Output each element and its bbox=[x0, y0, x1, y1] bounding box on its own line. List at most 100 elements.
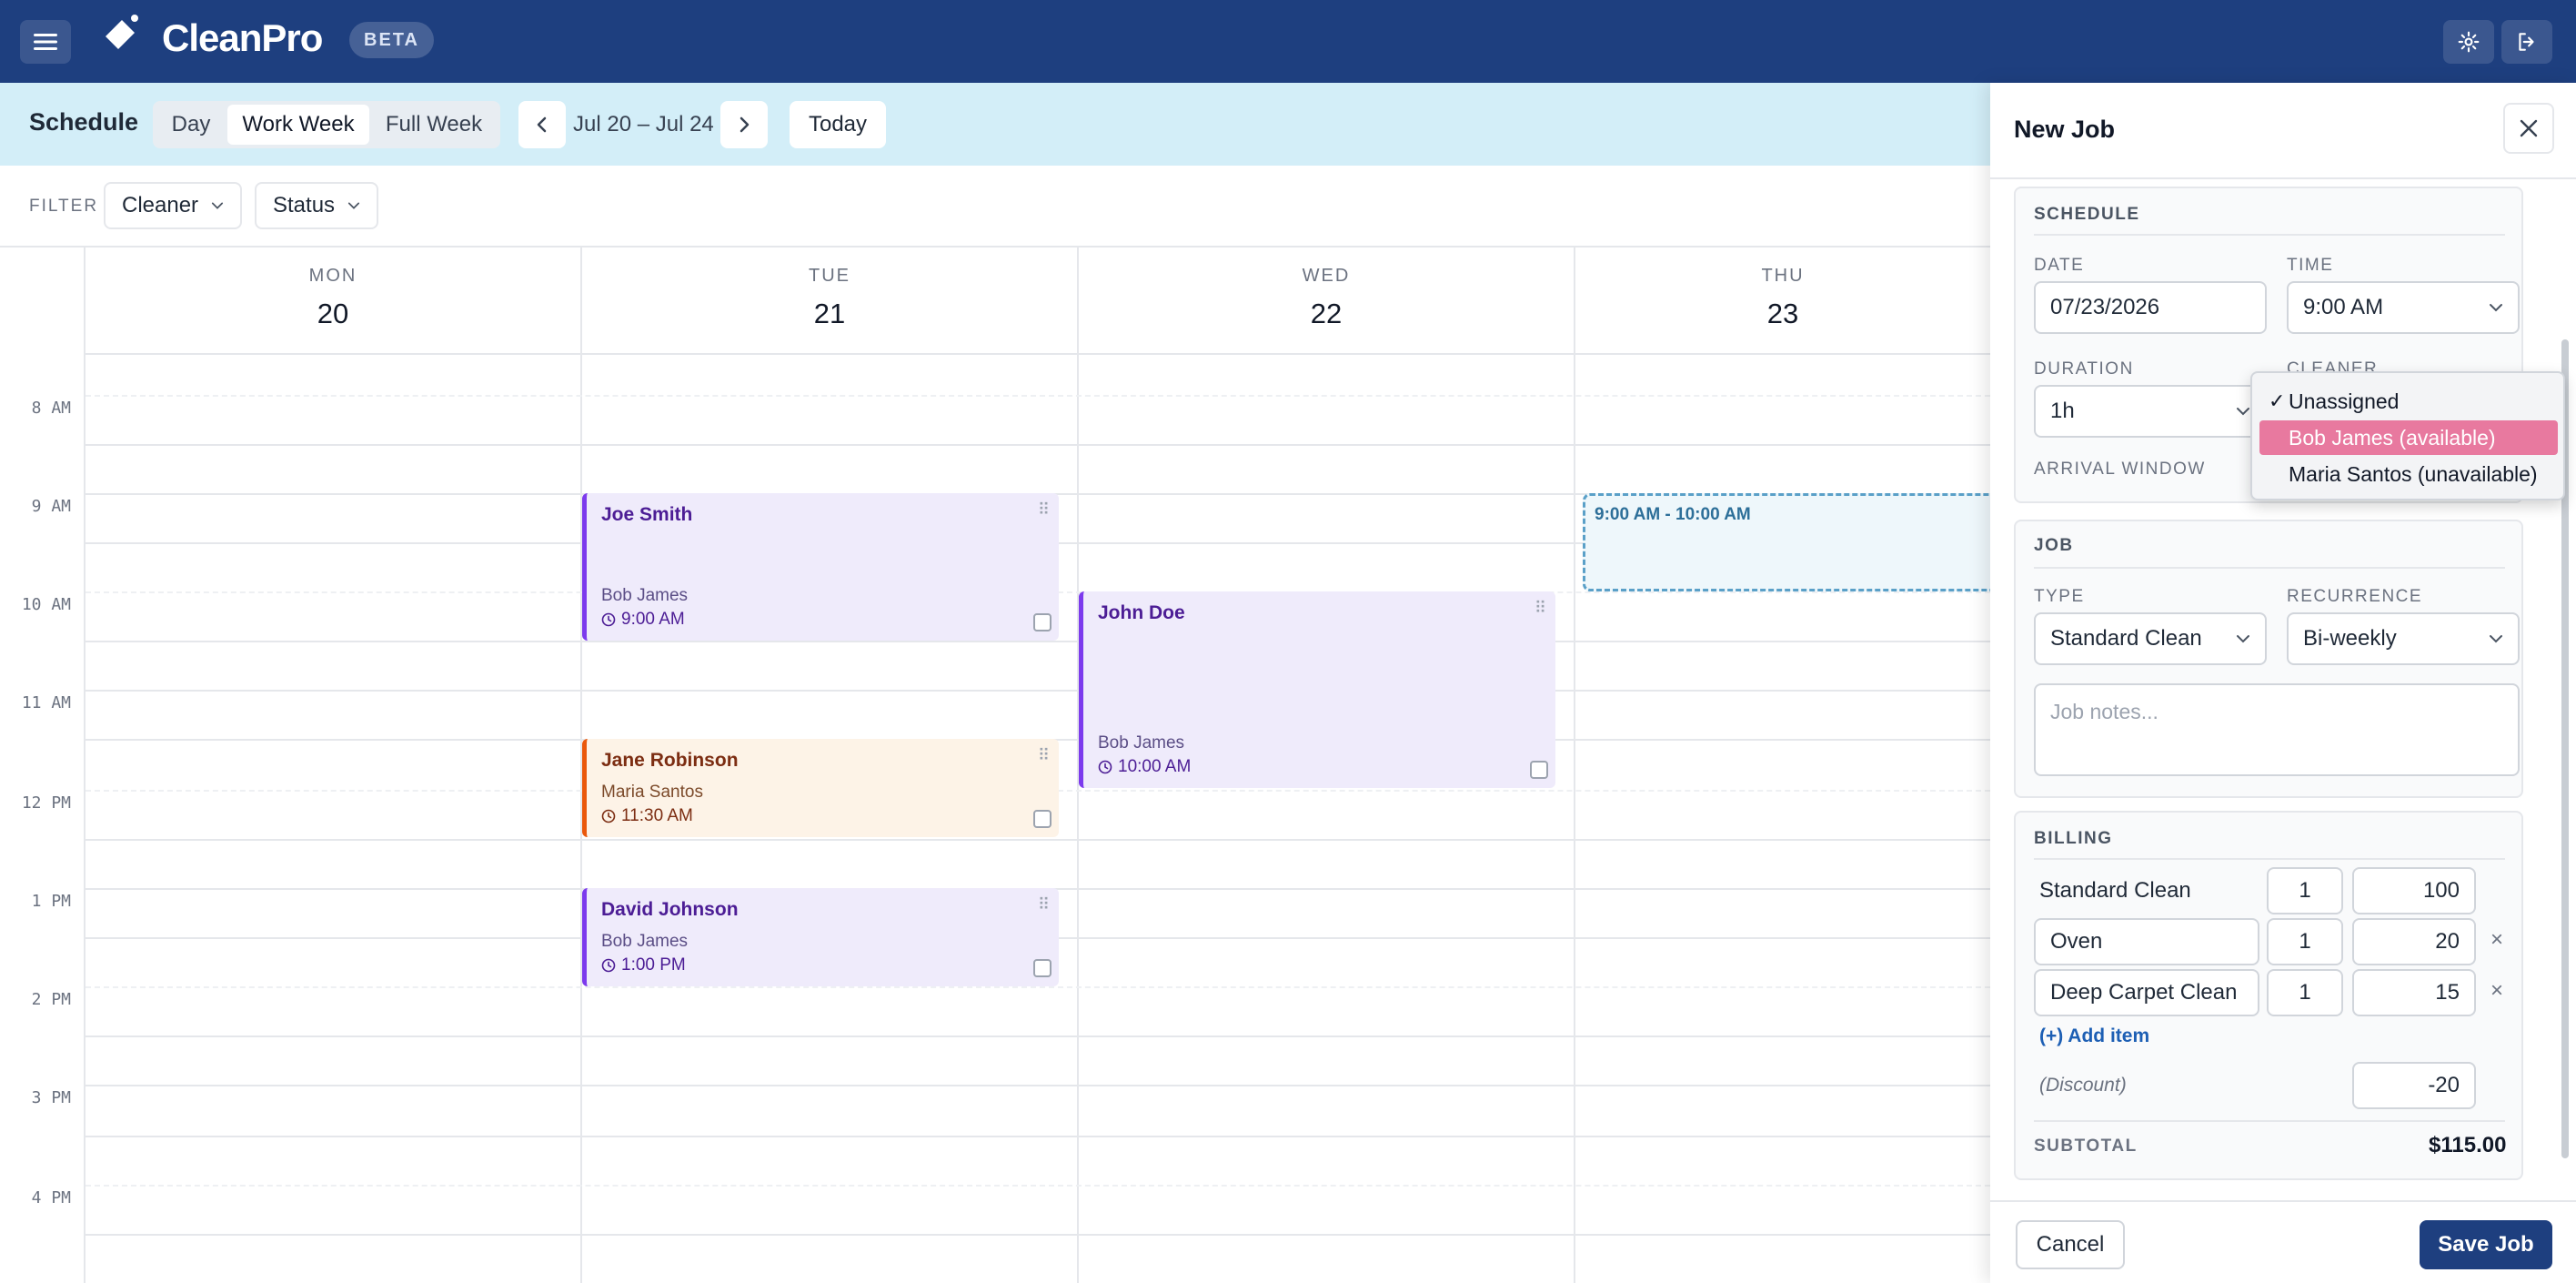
job-section-title: JOB bbox=[2034, 536, 2074, 555]
job-type-select[interactable]: Standard Clean bbox=[2034, 612, 2267, 665]
event-checkbox[interactable] bbox=[1033, 810, 1052, 828]
discount-field[interactable]: -20 bbox=[2352, 1062, 2476, 1109]
clock-icon bbox=[601, 612, 616, 627]
app-header: CleanPro BETA bbox=[0, 0, 2576, 83]
beta-badge: BETA bbox=[349, 22, 434, 58]
option-label: Maria Santos (unavailable) bbox=[2289, 461, 2538, 486]
recurrence-select[interactable]: Bi-weekly bbox=[2287, 612, 2520, 665]
job-event[interactable]: David Johnson ⠿ Bob James 1:00 PM bbox=[582, 888, 1059, 986]
chevron-down-icon bbox=[211, 202, 224, 209]
event-time-text: 11:30 AM bbox=[621, 806, 693, 825]
date-field[interactable]: 07/23/2026 bbox=[2034, 281, 2267, 334]
calendar-grid: MON 20 TUE 21 WED 22 THU 23 8 AM 9 AM 10… bbox=[0, 246, 1990, 1283]
drag-handle-icon[interactable]: ⠿ bbox=[1038, 895, 1050, 914]
hour-line bbox=[86, 690, 1990, 692]
remove-item-icon[interactable]: × bbox=[2490, 927, 2503, 953]
billing-price-field[interactable]: 15 bbox=[2352, 969, 2476, 1016]
billing-qty-field[interactable]: 1 bbox=[2267, 969, 2343, 1016]
view-work-week-button[interactable]: Work Week bbox=[227, 105, 369, 145]
event-checkbox[interactable] bbox=[1033, 613, 1052, 631]
close-icon bbox=[2520, 119, 2538, 137]
day-header-wed: WED 22 bbox=[1079, 248, 1574, 355]
today-button[interactable]: Today bbox=[790, 101, 886, 148]
status-filter-dropdown[interactable]: Status bbox=[255, 182, 378, 229]
time-select[interactable]: 9:00 AM bbox=[2287, 281, 2520, 334]
event-customer: Jane Robinson bbox=[601, 750, 739, 771]
billing-qty-field[interactable]: 1 bbox=[2267, 867, 2343, 914]
chevron-right-icon bbox=[740, 116, 750, 133]
logo-icon bbox=[106, 15, 138, 49]
close-panel-button[interactable] bbox=[2503, 103, 2554, 154]
billing-price-field[interactable]: 20 bbox=[2352, 918, 2476, 965]
billing-qty: 1 bbox=[2299, 980, 2311, 1005]
prev-week-button[interactable] bbox=[518, 101, 566, 148]
billing-price: 20 bbox=[2435, 929, 2460, 954]
event-time: 1:00 PM bbox=[601, 955, 686, 975]
day-header-mon: MON 20 bbox=[86, 248, 580, 355]
billing-qty-field[interactable]: 1 bbox=[2267, 918, 2343, 965]
clock-icon bbox=[601, 958, 616, 973]
cancel-button[interactable]: Cancel bbox=[2016, 1220, 2125, 1269]
checkmark-icon: ✓ bbox=[2269, 389, 2286, 412]
schedule-toolbar: Schedule Day Work Week Full Week Jul 20 … bbox=[0, 83, 1990, 166]
option-label: Unassigned bbox=[2289, 389, 2400, 413]
draft-job-slot[interactable]: 9:00 AM - 10:00 AM bbox=[1583, 493, 1990, 591]
filter-label: FILTER bbox=[29, 197, 99, 216]
hour-label: 3 PM bbox=[31, 1088, 71, 1107]
job-type-value: Standard Clean bbox=[2050, 626, 2202, 651]
section-rule bbox=[2034, 234, 2505, 236]
job-event[interactable]: Jane Robinson ⠿ Maria Santos 11:30 AM bbox=[582, 739, 1059, 837]
discount-value: -20 bbox=[2428, 1073, 2460, 1097]
drag-handle-icon[interactable]: ⠿ bbox=[1038, 746, 1050, 765]
gutter-divider bbox=[84, 248, 86, 1283]
day-header-tue: TUE 21 bbox=[582, 248, 1077, 355]
chevron-down-icon bbox=[2237, 408, 2249, 416]
day-divider bbox=[1574, 248, 1575, 1283]
billing-item-field[interactable]: Oven bbox=[2034, 918, 2259, 965]
view-day-button[interactable]: Day bbox=[156, 105, 226, 145]
billing-item-field[interactable]: Deep Carpet Clean bbox=[2034, 969, 2259, 1016]
duration-select[interactable]: 1h bbox=[2034, 385, 2267, 438]
event-time: 10:00 AM bbox=[1098, 757, 1191, 777]
logout-button[interactable] bbox=[2501, 20, 2552, 64]
recurrence-value: Bi-weekly bbox=[2303, 626, 2397, 651]
app-name: CleanPro bbox=[162, 16, 323, 59]
settings-button[interactable] bbox=[2443, 20, 2494, 64]
cleaner-option-maria-santos[interactable]: Maria Santos (unavailable) bbox=[2259, 457, 2558, 491]
next-week-button[interactable] bbox=[720, 101, 768, 148]
hour-label: 12 PM bbox=[21, 793, 71, 813]
panel-divider bbox=[1990, 177, 2576, 179]
remove-item-icon[interactable]: × bbox=[2490, 978, 2503, 1004]
chevron-down-icon bbox=[2490, 635, 2502, 643]
billing-item-name: Oven bbox=[2050, 929, 2103, 954]
job-section: JOB TYPE Standard Clean RECURRENCE Bi-we… bbox=[2014, 520, 2523, 798]
event-time-text: 9:00 AM bbox=[621, 610, 685, 629]
hour-label: 10 AM bbox=[21, 595, 71, 614]
billing-qty: 1 bbox=[2299, 878, 2311, 903]
billing-price-field[interactable]: 100 bbox=[2352, 867, 2476, 914]
cleaner-filter-dropdown[interactable]: Cleaner bbox=[104, 182, 242, 229]
drag-handle-icon[interactable]: ⠿ bbox=[1038, 500, 1050, 520]
cleaner-option-bob-james[interactable]: Bob James (available) bbox=[2259, 420, 2558, 455]
event-checkbox[interactable] bbox=[1530, 761, 1548, 779]
job-event[interactable]: John Doe ⠿ Bob James 10:00 AM bbox=[1079, 591, 1555, 788]
add-item-link[interactable]: (+) Add item bbox=[2039, 1025, 2149, 1047]
save-job-button[interactable]: Save Job bbox=[2420, 1220, 2552, 1269]
duration-value: 1h bbox=[2050, 399, 2075, 423]
hour-label: 11 AM bbox=[21, 693, 71, 712]
date-range: Jul 20 – Jul 24 bbox=[573, 112, 714, 136]
billing-item-name: Deep Carpet Clean bbox=[2050, 980, 2238, 1005]
job-notes-field[interactable]: Job notes... bbox=[2034, 683, 2520, 776]
view-switcher: Day Work Week Full Week bbox=[153, 101, 500, 148]
event-time-text: 1:00 PM bbox=[621, 955, 686, 975]
hour-label: 8 AM bbox=[31, 399, 71, 418]
header-rule bbox=[86, 353, 1990, 355]
drag-handle-icon[interactable]: ⠿ bbox=[1535, 599, 1546, 618]
cleaner-option-unassigned[interactable]: ✓ Unassigned bbox=[2259, 384, 2558, 419]
menu-button[interactable] bbox=[20, 20, 71, 64]
day-number: 23 bbox=[1766, 298, 1799, 329]
job-event[interactable]: Joe Smith ⠿ Bob James 9:00 AM bbox=[582, 493, 1059, 641]
job-notes-placeholder: Job notes... bbox=[2050, 700, 2158, 723]
event-checkbox[interactable] bbox=[1033, 959, 1052, 977]
view-full-week-button[interactable]: Full Week bbox=[371, 105, 497, 145]
